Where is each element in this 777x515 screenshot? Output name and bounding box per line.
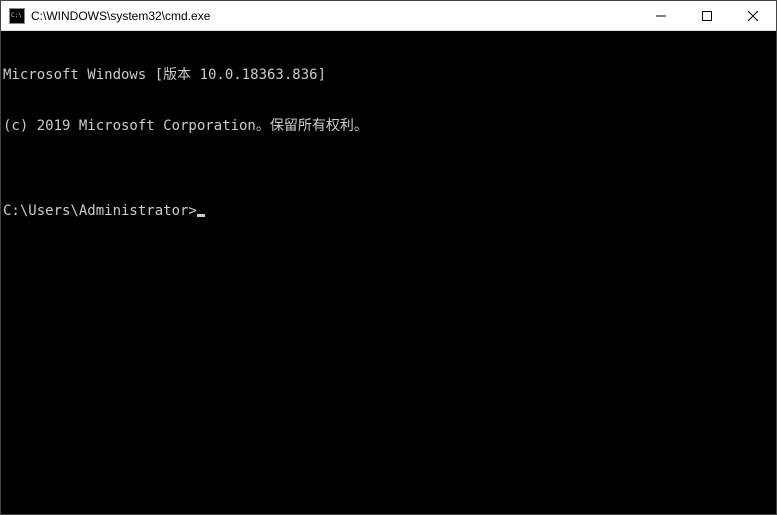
window-title: C:\WINDOWS\system32\cmd.exe — [31, 9, 638, 23]
terminal-output-line: Microsoft Windows [版本 10.0.18363.836] — [3, 67, 776, 84]
titlebar[interactable]: C:\WINDOWS\system32\cmd.exe — [1, 1, 776, 31]
terminal-prompt: C:\Users\Administrator> — [3, 203, 197, 220]
terminal-output-line: (c) 2019 Microsoft Corporation。保留所有权利。 — [3, 118, 776, 135]
minimize-icon — [656, 11, 666, 21]
maximize-icon — [702, 11, 712, 21]
terminal-area[interactable]: Microsoft Windows [版本 10.0.18363.836] (c… — [1, 31, 776, 514]
terminal-cursor — [197, 214, 205, 217]
minimize-button[interactable] — [638, 1, 684, 30]
cmd-icon — [9, 8, 25, 24]
terminal-prompt-line: C:\Users\Administrator> — [3, 203, 776, 220]
window-controls — [638, 1, 776, 30]
maximize-button[interactable] — [684, 1, 730, 30]
close-button[interactable] — [730, 1, 776, 30]
close-icon — [748, 11, 758, 21]
cmd-window: C:\WINDOWS\system32\cmd.exe Microsoft Wi — [0, 0, 777, 515]
